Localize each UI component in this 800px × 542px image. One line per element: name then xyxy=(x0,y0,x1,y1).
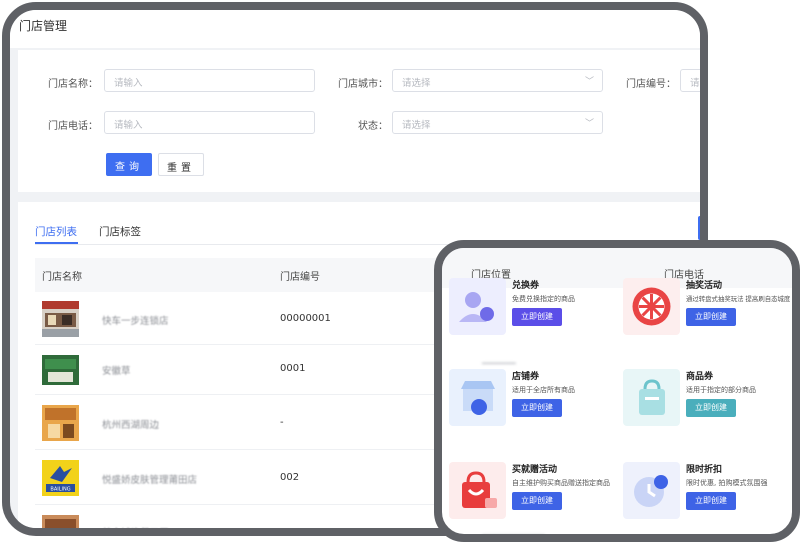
column-store-code: 门店编号 xyxy=(280,272,320,283)
add-store-button[interactable] xyxy=(698,216,700,240)
card-desc: 适用于全店所有商品 xyxy=(512,386,575,394)
gift-bag-icon xyxy=(449,462,506,519)
card-title: 买就赠活动 xyxy=(512,465,558,475)
card-desc: 适用于指定的部分商品 xyxy=(686,386,756,394)
card-desc: 通过转盘式抽奖玩法 提高刷自态城度 xyxy=(686,295,791,303)
shop-coupon-icon xyxy=(449,369,506,426)
store-code: 00000001 xyxy=(280,313,331,324)
store-code: 0001 xyxy=(280,363,306,374)
store-name: 安徽草 xyxy=(102,366,131,377)
chevron-down-icon: ﹀ xyxy=(584,77,594,87)
store-name-label: 门店名称： xyxy=(48,79,98,90)
store-name: 杭州西湖周边 xyxy=(102,420,160,431)
store-code-label: 门店编号： xyxy=(626,79,676,90)
store-photo xyxy=(42,405,79,441)
clock-discount-icon xyxy=(623,462,680,519)
card-title: 抽奖活动 xyxy=(686,281,723,291)
store-name: 快车一步连锁店 xyxy=(102,316,169,327)
card-desc: 自主维护购买商品赠送指定商品 xyxy=(512,479,610,487)
chevron-down-icon: ﹀ xyxy=(584,119,594,129)
store-city-select[interactable]: 请选择 ﹀ xyxy=(392,69,603,92)
store-code: - xyxy=(280,417,284,428)
card-flash-discount: 限时折扣 限时优惠, 拍购模式氛围强 立即创建 xyxy=(616,462,791,534)
card-product-coupon: 商品券 适用于指定的部分商品 立即创建 xyxy=(616,369,791,459)
card-lottery: 抽奖活动 通过转盘式抽奖玩法 提高刷自态城度 立即创建 xyxy=(616,278,791,368)
prize-wheel-icon xyxy=(623,278,680,335)
store-photo xyxy=(42,301,79,337)
column-store-name: 门店名称 xyxy=(42,272,82,283)
create-flash-discount-button[interactable]: 立即创建 xyxy=(686,492,736,510)
store-city-label: 门店城市： xyxy=(338,79,388,90)
shopping-bag-icon xyxy=(623,369,680,426)
store-name: 美食城晚餐工厂 xyxy=(102,525,169,528)
card-redeem-coupon: 兑换券 免费兑换指定的商品 立即创建 xyxy=(442,278,617,368)
store-name: 悦盛娇皮肤管理莆田店 xyxy=(102,475,198,486)
store-photo xyxy=(42,515,79,528)
reset-button[interactable]: 重置 xyxy=(158,153,204,176)
tab-store-list[interactable]: 门店列表 xyxy=(35,224,77,239)
query-button[interactable]: 查询 xyxy=(106,153,152,176)
status-label: 状态： xyxy=(358,121,388,132)
filter-panel: 门店名称： 请输入 门店城市： 请选择 ﹀ 门店编号： 请输 门店电话： 请输入… xyxy=(18,50,700,192)
card-title: 限时折扣 xyxy=(686,465,723,475)
tab-store-tags[interactable]: 门店标签 xyxy=(99,224,141,239)
create-shop-coupon-button[interactable]: 立即创建 xyxy=(512,399,562,417)
card-buy-gift: 买就赠活动 自主维护购买商品赠送指定商品 立即创建 xyxy=(442,462,617,534)
card-desc: 免费兑换指定的商品 xyxy=(512,295,575,303)
create-redeem-coupon-button[interactable]: 立即创建 xyxy=(512,308,562,326)
store-code: 002 xyxy=(280,472,300,483)
create-buy-gift-button[interactable]: 立即创建 xyxy=(512,492,562,510)
blurred-row-text: ━━━━━━━━━━━━━ xyxy=(482,531,545,540)
page-header: 门店管理 xyxy=(10,10,700,48)
svg-text:BAILING: BAILING xyxy=(50,487,70,493)
store-photo: BAILING xyxy=(42,460,79,496)
blurred-row-text: ━━━━━━━ xyxy=(482,359,516,368)
card-title: 店铺券 xyxy=(512,372,540,382)
user-coupon-icon xyxy=(449,278,506,335)
page-title: 门店管理 xyxy=(19,19,68,33)
create-product-coupon-button[interactable]: 立即创建 xyxy=(686,399,736,417)
store-photo xyxy=(42,355,79,385)
card-title: 商品券 xyxy=(686,372,714,382)
store-code: - xyxy=(280,527,284,536)
status-select[interactable]: 请选择 ﹀ xyxy=(392,111,603,134)
marketing-tools-window: 门店位置 门店电话 兑换券 免费兑换指定的商品 立即创建 抽奖活动 通过转盘式抽… xyxy=(434,240,800,542)
card-desc: 限时优惠, 拍购模式氛围强 xyxy=(686,479,768,487)
create-lottery-button[interactable]: 立即创建 xyxy=(686,308,736,326)
card-shop-coupon: 店铺券 适用于全店所有商品 立即创建 xyxy=(442,369,617,459)
store-phone-label: 门店电话： xyxy=(48,121,98,132)
store-code-input[interactable]: 请输 xyxy=(680,69,700,92)
card-title: 兑换券 xyxy=(512,281,540,291)
store-phone-input[interactable]: 请输入 xyxy=(104,111,315,134)
store-name-input[interactable]: 请输入 xyxy=(104,69,315,92)
